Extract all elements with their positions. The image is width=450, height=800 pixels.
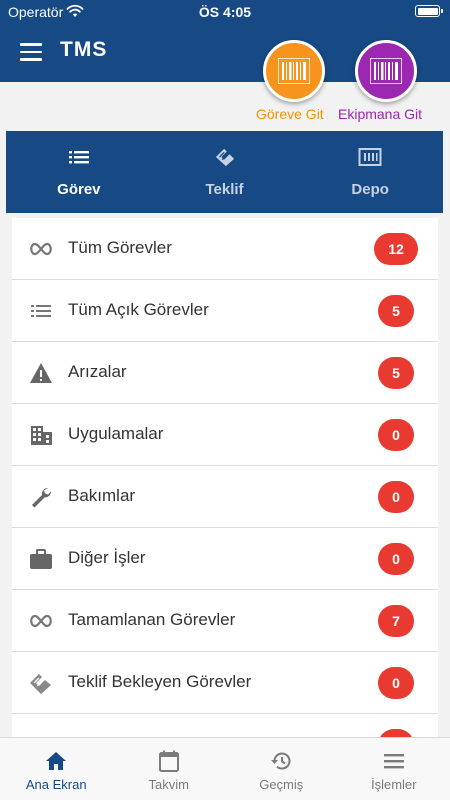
list-item-label: Tamamlanan Görevler	[68, 610, 236, 629]
count-badge: 0	[378, 543, 414, 575]
barcode-icon	[278, 58, 310, 84]
count-badge: 7	[378, 605, 414, 637]
tab-gorev[interactable]: Görev	[6, 131, 152, 213]
hamburger-menu-icon[interactable]	[20, 43, 42, 61]
list-icon	[68, 151, 89, 164]
count-badge: 5	[378, 357, 414, 389]
tab-label: Teklif	[205, 181, 244, 198]
calendar-icon	[158, 750, 179, 772]
nav-label: Geçmiş	[259, 777, 304, 792]
barcode-icon	[370, 58, 402, 84]
list-item-other-jobs[interactable]: Diğer İşler 0	[12, 528, 438, 590]
list-item-label: Tüm Görevler	[68, 238, 172, 257]
infinity-icon	[30, 614, 52, 628]
list-item-label: Teklif Bekleyen Görevler	[68, 672, 252, 691]
history-icon	[271, 752, 291, 770]
status-time: ÖS 4:05	[198, 4, 252, 20]
nav-operations[interactable]: İşlemler	[338, 738, 450, 800]
infinity-icon	[30, 242, 52, 256]
status-bar: Operatör ÖS 4:05	[0, 0, 450, 26]
list-icon	[31, 305, 51, 317]
list-item-partial[interactable]	[12, 714, 438, 738]
building-icon	[31, 426, 52, 445]
list-item-label: Uygulamalar	[68, 424, 164, 443]
list-item-completed-tasks[interactable]: Tamamlanan Görevler 7	[12, 590, 438, 652]
count-badge: 12	[374, 233, 418, 265]
nav-calendar[interactable]: Takvim	[113, 738, 226, 800]
goto-task-label[interactable]: Göreve Git	[256, 106, 324, 122]
list-item-label: Diğer İşler	[68, 548, 146, 567]
list-item-applications[interactable]: Uygulamalar 0	[12, 404, 438, 466]
warning-icon	[30, 363, 52, 383]
battery-icon	[415, 5, 443, 17]
wrench-icon	[32, 487, 52, 508]
goto-task-button[interactable]	[263, 40, 325, 102]
list-item-maintenance[interactable]: Bakımlar 0	[12, 466, 438, 528]
warehouse-icon	[358, 148, 382, 166]
category-tabs: Görev Teklif Depo	[6, 131, 443, 213]
nav-label: Ana Ekran	[25, 777, 87, 792]
list-item-label: Arızalar	[68, 362, 127, 381]
list-item-open-tasks[interactable]: Tüm Açık Görevler 5	[12, 280, 438, 342]
nav-history[interactable]: Geçmiş	[225, 738, 338, 800]
count-badge: 0	[378, 667, 414, 699]
task-category-list: Tüm Görevler 12 Tüm Açık Görevler 5 Arız…	[12, 218, 438, 738]
tab-depo[interactable]: Depo	[297, 131, 443, 213]
list-item-all-tasks[interactable]: Tüm Görevler 12	[12, 218, 438, 280]
bottom-navigation: Ana Ekran Takvim Geçmiş İşlemler	[0, 737, 450, 800]
goto-equipment-button[interactable]	[355, 40, 417, 102]
tab-label: Görev	[57, 181, 101, 198]
nav-label: İşlemler	[370, 777, 417, 792]
count-badge: 0	[378, 419, 414, 451]
briefcase-icon	[30, 549, 52, 569]
home-icon	[46, 752, 67, 770]
list-item-pending-offer-tasks[interactable]: Teklif Bekleyen Görevler 0	[12, 652, 438, 714]
count-badge: 5	[378, 295, 414, 327]
goto-equipment-label[interactable]: Ekipmana Git	[338, 106, 422, 122]
nav-label: Takvim	[148, 777, 189, 792]
list-item-faults[interactable]: Arızalar 5	[12, 342, 438, 404]
list-item-label: Bakımlar	[68, 486, 136, 505]
list-item-label: Tüm Açık Görevler	[68, 300, 209, 319]
count-badge: 0	[378, 481, 414, 513]
handshake-icon	[215, 148, 234, 167]
menu-icon	[383, 754, 404, 769]
app-title: TMS	[60, 38, 108, 61]
nav-home[interactable]: Ana Ekran	[0, 738, 113, 800]
tab-teklif[interactable]: Teklif	[152, 131, 298, 213]
tab-label: Depo	[351, 181, 389, 198]
handshake-icon	[30, 674, 51, 694]
